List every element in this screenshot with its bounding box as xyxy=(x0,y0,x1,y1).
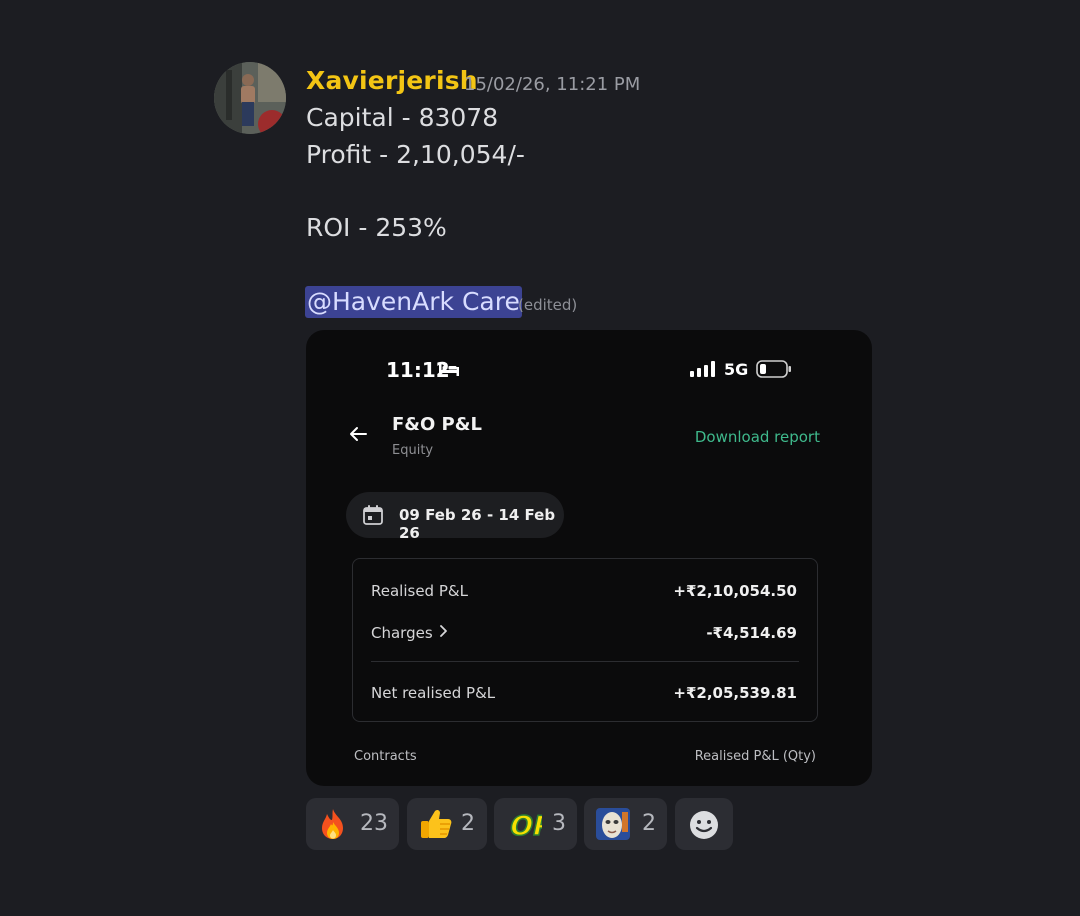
add-reaction-icon xyxy=(690,811,718,839)
edited-label: (edited) xyxy=(518,296,578,314)
reaction-op[interactable]: OP 3 xyxy=(494,798,577,850)
role-mention[interactable]: @HavenArk Care xyxy=(305,286,522,318)
discord-message-view: Xavierjerish 15/02/26, 11:21 PM Capital … xyxy=(0,0,1080,916)
message-line-roi: ROI - 253% xyxy=(306,213,447,242)
reaction-count: 3 xyxy=(552,811,566,836)
back-arrow-icon[interactable] xyxy=(348,426,368,442)
charges-value: -₹4,514.69 xyxy=(706,624,797,642)
screen-title: F&O P&L xyxy=(392,414,482,435)
op-emoji-icon: OP xyxy=(506,811,542,840)
contracts-column-header: Contracts xyxy=(354,749,417,764)
signal-icon xyxy=(690,361,715,377)
net-realised-pnl-label: Net realised P&L xyxy=(371,684,496,702)
network-type: 5G xyxy=(724,360,749,379)
reaction-count: 2 xyxy=(461,811,475,836)
charges-label[interactable]: Charges xyxy=(371,624,433,642)
svg-text:OP: OP xyxy=(507,811,542,840)
add-reaction-button[interactable] xyxy=(675,798,733,850)
divider xyxy=(371,661,799,662)
thumbs-up-emoji-icon xyxy=(421,809,452,838)
net-realised-pnl-value: +₹2,05,539.81 xyxy=(673,684,797,702)
date-range-chip[interactable]: 09 Feb 26 - 14 Feb 26 xyxy=(346,492,564,542)
username[interactable]: Xavierjerish xyxy=(306,66,478,95)
custom-face-emoji-icon xyxy=(596,808,630,840)
message-timestamp: 15/02/26, 11:21 PM xyxy=(464,74,641,95)
message-line-capital: Capital - 83078 xyxy=(306,103,499,132)
reaction-count: 23 xyxy=(360,811,388,836)
pnl-summary-box: Realised P&L +₹2,10,054.50 Charges -₹4,5… xyxy=(352,558,818,722)
calendar-icon xyxy=(363,505,383,525)
reaction-thumbs-up[interactable]: 2 xyxy=(407,798,487,850)
battery-icon xyxy=(756,360,791,378)
fire-emoji-icon xyxy=(322,809,343,839)
reaction-count: 2 xyxy=(642,811,656,836)
chevron-right-icon[interactable] xyxy=(439,624,449,638)
realised-pnl-label: Realised P&L xyxy=(371,582,468,600)
realised-pnl-value: +₹2,10,054.50 xyxy=(673,582,797,600)
user-avatar[interactable] xyxy=(214,62,286,134)
attached-screenshot[interactable]: 11:12 5G F&O P&L Equity Download report xyxy=(306,330,872,786)
screen-subtitle: Equity xyxy=(392,443,434,458)
reaction-custom-face[interactable]: 2 xyxy=(584,798,667,850)
realised-qty-column-header: Realised P&L (Qty) xyxy=(694,749,816,764)
reaction-fire[interactable]: 23 xyxy=(306,798,399,850)
message-line-profit: Profit - 2,10,054/- xyxy=(306,140,525,169)
date-range-text: 09 Feb 26 - 14 Feb 26 xyxy=(399,506,556,542)
download-report-link[interactable]: Download report xyxy=(695,428,820,446)
sleep-mode-icon xyxy=(439,363,459,376)
